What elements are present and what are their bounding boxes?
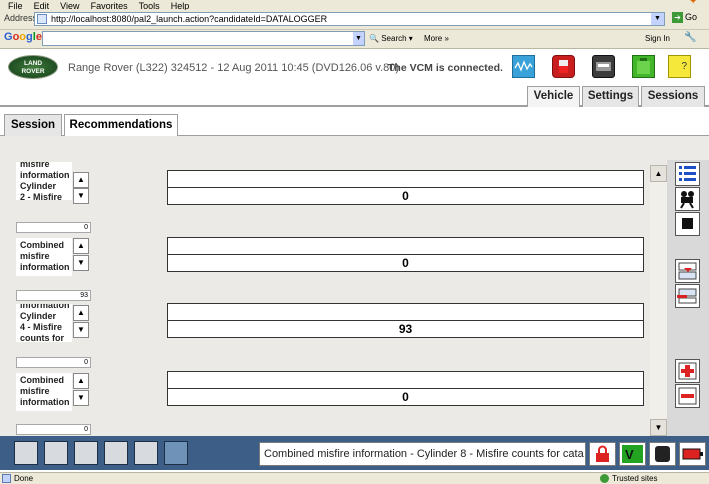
fuel-flask-icon[interactable] (552, 55, 575, 78)
content-header-strip (0, 136, 709, 161)
address-label: Address (4, 13, 38, 23)
record-camera-icon[interactable] (675, 187, 700, 211)
diagnostics-icon[interactable] (14, 441, 38, 465)
parameter-display: 0 (167, 371, 644, 406)
parameter-label: information Cylinder 4 - Misfire counts … (16, 304, 72, 342)
parameter-remove-icon[interactable] (675, 284, 700, 308)
parameter-display: 0 (167, 170, 644, 205)
lock-icon[interactable] (589, 442, 616, 466)
battery-status-icon[interactable] (679, 442, 706, 466)
status-done: Done (14, 474, 34, 483)
parameter-label: Combined misfire information (16, 238, 72, 276)
parameter-swap-icon[interactable] (675, 259, 700, 283)
scrollbar-down-icon[interactable]: ▼ (650, 419, 667, 436)
tab-recommendations[interactable]: Recommendations (64, 114, 178, 137)
datalogger-panel: misfire information Cylinder 2 - Misfire… (0, 160, 667, 436)
address-dropdown-icon[interactable]: ▼ (651, 13, 664, 25)
parameter-row: 0 (0, 424, 667, 436)
scroll-down-button[interactable]: ▼ (73, 322, 89, 338)
scroll-up-button[interactable]: ▲ (73, 238, 89, 254)
voltage-icon[interactable]: V (619, 442, 646, 466)
stop-icon[interactable] (675, 212, 700, 236)
vehicle-config-icon[interactable] (74, 441, 98, 465)
parameter-label: Combined misfire information (16, 373, 72, 411)
vcm-module-icon[interactable] (592, 55, 615, 78)
page-icon (37, 14, 47, 24)
battery-icon[interactable] (632, 55, 655, 78)
google-search-dropdown-icon[interactable]: ▼ (353, 32, 364, 45)
page-done-icon (2, 474, 11, 483)
vci-device-icon[interactable] (649, 442, 676, 466)
parameter-value-input[interactable]: 0 (16, 357, 91, 368)
vehicle-info: Range Rover (L322) 324512 - 12 Aug 2011 … (68, 62, 400, 74)
parameter-row: 0 Combined misfire information ▲ ▼ 0 (0, 222, 667, 288)
help-icon[interactable]: ? (668, 55, 691, 78)
scroll-up-button[interactable]: ▲ (73, 172, 89, 188)
wrench-icon[interactable]: 🔧 (684, 32, 696, 43)
parameter-delete-icon[interactable] (675, 384, 700, 408)
browser-status-bar: Done Trusted sites (0, 472, 709, 484)
content-scrollbar[interactable]: ▲ ▼ (650, 165, 667, 436)
vcm-status: The VCM is connected. (388, 62, 503, 74)
parameter-row: 0 Combined misfire information ▲ ▼ 0 (0, 357, 667, 423)
scrollbar-up-icon[interactable]: ▲ (650, 165, 667, 182)
go-label: Go (685, 12, 698, 22)
parameter-label: misfire information Cylinder 2 - Misfire (16, 162, 72, 200)
search-icon: 🔍 (369, 34, 379, 43)
right-toolbar (667, 160, 709, 436)
svg-text:V: V (625, 447, 634, 462)
go-arrow-icon: ➔ (672, 12, 683, 23)
scroll-down-button[interactable]: ▼ (73, 255, 89, 271)
address-url[interactable]: http://localhost:8080/pal2_launch.action… (51, 14, 327, 25)
list-view-icon[interactable] (675, 162, 700, 186)
parameter-display: 0 (167, 237, 644, 272)
tab-session[interactable]: Session (4, 114, 62, 136)
google-search-input[interactable]: ▼ (42, 31, 365, 46)
parameter-display: 93 (167, 303, 644, 338)
tab-sessions[interactable]: Sessions (641, 86, 705, 107)
parameter-value: 0 (402, 189, 409, 203)
scroll-down-button[interactable]: ▼ (73, 188, 89, 204)
network-map-icon[interactable] (164, 441, 188, 465)
windows-logo-icon: ✦ (689, 0, 698, 7)
browser-menu-bar: File Edit View Favorites Tools Help (0, 0, 709, 11)
scroll-down-button[interactable]: ▼ (73, 390, 89, 406)
parameter-add-icon[interactable] (675, 359, 700, 383)
status-zone: Trusted sites (612, 474, 658, 483)
parameter-row: 93 information Cylinder 4 - Misfire coun… (0, 290, 667, 356)
parameter-row: misfire information Cylinder 2 - Misfire… (0, 160, 667, 224)
trusted-sites-icon (600, 474, 609, 483)
parameter-value: 0 (402, 256, 409, 270)
status-message: Combined misfire information - Cylinder … (259, 442, 586, 466)
land-rover-logo: LAND ROVER (8, 55, 58, 79)
parameter-value-input[interactable]: 0 (16, 424, 91, 435)
parameter-value-input[interactable]: 0 (16, 222, 91, 233)
google-more-button[interactable]: More » (424, 34, 449, 43)
google-logo: Google (4, 31, 42, 43)
address-input[interactable]: http://localhost:8080/pal2_launch.action… (34, 12, 665, 26)
parameter-value: 93 (398, 322, 413, 336)
scroll-up-button[interactable]: ▲ (73, 373, 89, 389)
oscilloscope-icon[interactable] (512, 55, 535, 78)
symptoms-icon[interactable] (44, 441, 68, 465)
go-button[interactable]: ➔ Go (672, 12, 697, 23)
scroll-up-button[interactable]: ▲ (73, 305, 89, 321)
parameter-value-input[interactable]: 93 (16, 290, 91, 301)
tab-vehicle[interactable]: Vehicle (527, 86, 580, 108)
google-search-button[interactable]: 🔍 Search ▾ (369, 34, 413, 43)
parameter-value: 0 (402, 390, 409, 404)
datalogger-icon[interactable] (134, 441, 158, 465)
network-icon[interactable] (104, 441, 128, 465)
tab-settings[interactable]: Settings (582, 86, 639, 107)
google-signin-button[interactable]: Sign In (645, 34, 670, 43)
